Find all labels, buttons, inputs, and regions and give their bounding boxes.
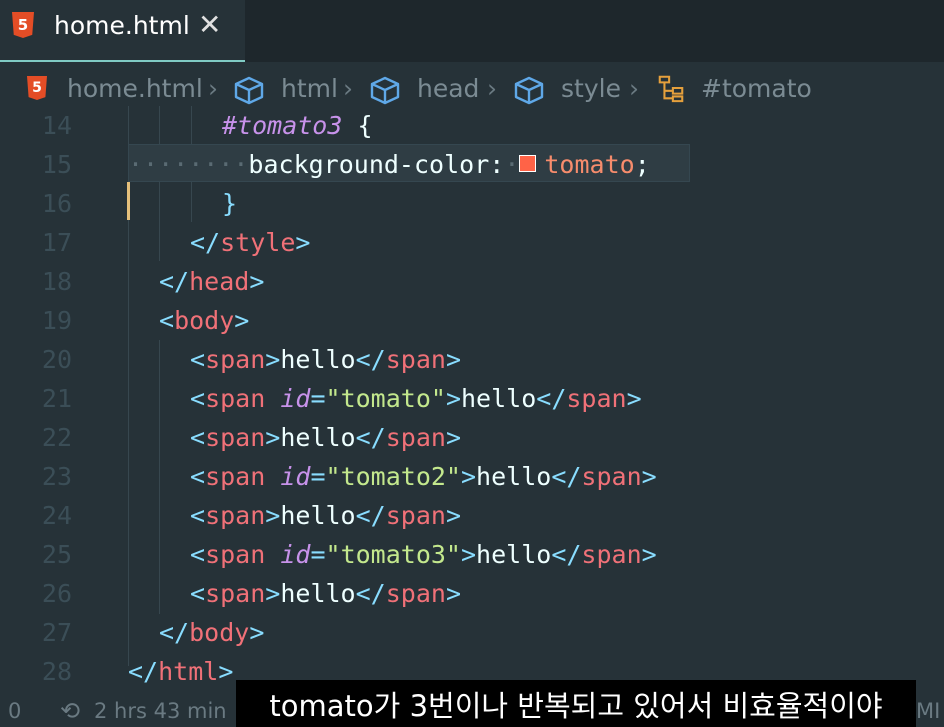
- line-number: 15: [41, 150, 72, 179]
- color-swatch[interactable]: [519, 154, 537, 172]
- breadcrumb-item-head[interactable]: head: [417, 74, 479, 103]
- video-subtitle: tomato가 3번이나 반복되고 있어서 비효율적이야: [236, 680, 916, 727]
- code-line-14: #tomato3 {: [222, 111, 373, 140]
- line-number: 19: [41, 306, 72, 335]
- indent-guide: [159, 340, 160, 614]
- code-editor[interactable]: 14 15 16 17 18 19 20 21 22 23 24 25 26 2…: [0, 106, 944, 727]
- line-number: 22: [41, 423, 72, 452]
- status-right-item[interactable]: MI: [916, 699, 940, 723]
- breadcrumb-item-file[interactable]: home.html: [67, 74, 203, 103]
- line-number: 27: [41, 618, 72, 647]
- breadcrumb-item-html[interactable]: html: [281, 74, 338, 103]
- line-number: 14: [41, 111, 72, 140]
- breadcrumb-item-style[interactable]: style: [561, 74, 621, 103]
- css-property: background-color: [248, 150, 490, 179]
- code-line-23: <span id="tomato2">hello</span>: [190, 462, 657, 491]
- cube-icon: [514, 76, 544, 105]
- line-number: 23: [41, 462, 72, 491]
- chevron-right-icon: ›: [343, 74, 353, 103]
- html5-icon: 5: [12, 12, 34, 38]
- tab-home-html[interactable]: 5 home.html ✕: [0, 0, 245, 62]
- line-number: 25: [41, 540, 72, 569]
- line-number: 17: [41, 228, 72, 257]
- code-line-20: <span>hello</span>: [190, 345, 461, 374]
- code-line-15: ········background-color:· tomato;: [128, 150, 650, 179]
- tab-bar: 5 home.html ✕: [0, 0, 944, 62]
- line-number: 26: [41, 579, 72, 608]
- line-number: 16: [41, 189, 72, 218]
- git-change-indicator: [127, 182, 130, 220]
- time-tracker[interactable]: 2 hrs 43 min: [94, 699, 227, 723]
- line-number: 28: [41, 657, 72, 686]
- close-icon[interactable]: ✕: [198, 8, 221, 41]
- code-line-19: <body>: [159, 306, 250, 335]
- code-line-25: <span id="tomato3">hello</span>: [190, 540, 657, 569]
- html5-icon: 5: [27, 76, 47, 100]
- tab-title: home.html: [54, 11, 190, 40]
- css-selector: #tomato3: [222, 111, 343, 140]
- chevron-right-icon: ›: [487, 74, 497, 103]
- code-line-18: </head>: [159, 267, 265, 296]
- cube-icon: [234, 76, 264, 105]
- chevron-right-icon: ›: [629, 74, 639, 103]
- code-line-26: <span>hello</span>: [190, 579, 461, 608]
- line-number: 18: [41, 267, 72, 296]
- line-number: 24: [41, 501, 72, 530]
- line-number: 20: [41, 345, 72, 374]
- history-icon: ⟲: [60, 697, 81, 725]
- code-line-22: <span>hello</span>: [190, 423, 461, 452]
- selector-icon: [658, 75, 684, 103]
- chevron-right-icon: ›: [208, 74, 218, 103]
- css-value: tomato: [544, 150, 635, 179]
- code-line-28: </html>: [128, 657, 234, 686]
- cube-icon: [370, 76, 400, 105]
- code-line-24: <span>hello</span>: [190, 501, 461, 530]
- code-line-21: <span id="tomato">hello</span>: [190, 384, 642, 413]
- code-line-16: }: [222, 189, 238, 218]
- code-line-27: </body>: [159, 618, 265, 647]
- code-line-17: </style>: [190, 228, 311, 257]
- indent-guide: [159, 106, 160, 261]
- line-number: 21: [41, 384, 72, 413]
- status-counter: 0: [8, 699, 22, 723]
- breadcrumb-item-selector[interactable]: #tomato: [701, 74, 812, 103]
